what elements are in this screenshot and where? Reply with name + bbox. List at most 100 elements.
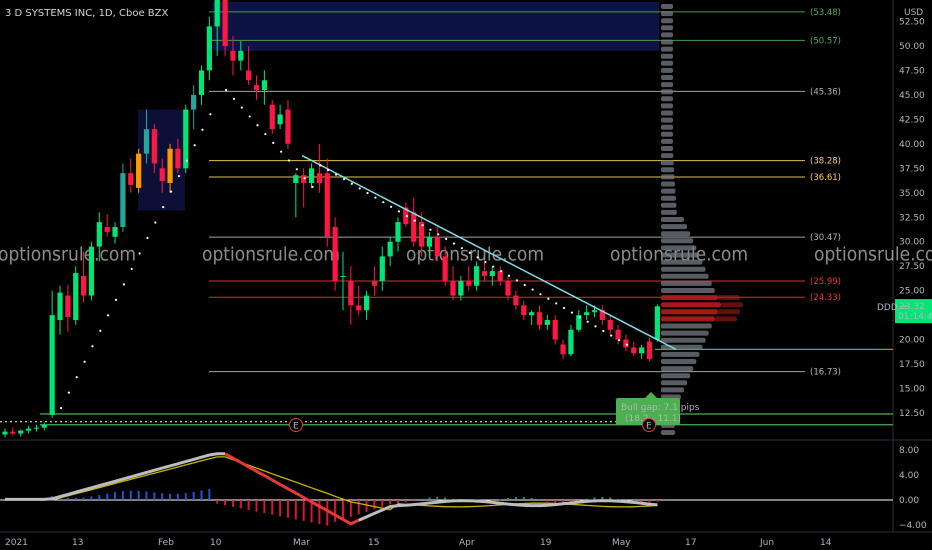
macd-histogram-bar xyxy=(585,498,588,500)
candle-body xyxy=(261,80,267,91)
candle-body xyxy=(65,295,71,318)
macd-histogram-bar xyxy=(428,497,431,500)
candle-body xyxy=(536,312,543,325)
candle-body xyxy=(442,256,448,281)
volume-profile-bar xyxy=(661,75,673,80)
volume-profile-bar xyxy=(661,18,673,24)
candle-body xyxy=(167,148,173,183)
volume-profile-bar xyxy=(661,359,697,364)
macd-histogram-bar xyxy=(271,500,274,515)
candle-body xyxy=(458,280,464,296)
macd-histogram-bar xyxy=(153,492,156,500)
sar-dot xyxy=(460,247,463,250)
volume-profile-bar xyxy=(661,337,706,343)
sar-dot xyxy=(264,132,267,136)
macd-histogram-bar xyxy=(279,500,282,517)
volume-profile-bar xyxy=(661,266,706,272)
watermark-text: optionsrule.com xyxy=(202,243,340,265)
sar-dot xyxy=(405,214,408,218)
candle-body xyxy=(285,109,291,144)
sar-dot xyxy=(272,141,275,144)
volume-profile-bar-ext xyxy=(717,295,740,301)
candle-body xyxy=(623,339,629,348)
macd-histogram-bar xyxy=(302,500,305,521)
volume-profile-bar-ext xyxy=(717,309,740,315)
time-tick: Apr xyxy=(459,538,475,548)
candle-body xyxy=(552,320,558,340)
volume-profile-bar xyxy=(661,60,673,66)
macd-histogram-bar xyxy=(444,497,447,500)
macd-histogram-bar xyxy=(66,497,69,500)
candle-body xyxy=(584,312,590,316)
level-label: (53.48) xyxy=(810,8,841,18)
macd-histogram-bar xyxy=(507,497,510,500)
watermark-text: optionsrule.com xyxy=(406,243,544,265)
candle-body xyxy=(568,329,574,355)
candle-body xyxy=(198,70,205,95)
level-label: (24.33) xyxy=(810,293,841,303)
time-tick: 15 xyxy=(368,538,379,548)
candle-body xyxy=(639,347,645,354)
candle-body xyxy=(2,431,8,435)
sar-dot xyxy=(594,325,597,328)
volume-profile-bar xyxy=(661,202,677,208)
sar-dot xyxy=(625,343,629,346)
sar-dot xyxy=(201,128,204,131)
time-tick: 10 xyxy=(210,538,222,548)
macd-histogram-bar xyxy=(397,500,399,504)
macd-histogram-bar xyxy=(255,500,258,512)
volume-profile-bar-ext xyxy=(714,316,737,322)
volume-profile-bar xyxy=(661,131,673,137)
macd-histogram-bar xyxy=(176,493,179,500)
sar-dot xyxy=(578,316,581,319)
volume-profile-bar xyxy=(661,380,688,386)
sar-dot xyxy=(468,251,471,254)
macd-tick: 4.00 xyxy=(899,471,919,481)
sar-dot xyxy=(91,345,94,348)
sar-dot xyxy=(484,260,487,264)
macd-histogram-bar xyxy=(318,500,321,525)
sar-dot xyxy=(507,274,511,277)
volume-profile-bar xyxy=(661,351,700,357)
volume-profile-bar xyxy=(661,295,718,301)
macd-histogram-bar xyxy=(373,500,376,510)
earnings-marker-label: E xyxy=(293,422,299,432)
macd-histogram-bar xyxy=(334,500,337,522)
price-tick: 35.00 xyxy=(899,189,925,199)
candle-body xyxy=(466,280,472,286)
price-tick: 12.50 xyxy=(899,409,925,419)
macd-histogram-bar xyxy=(294,500,297,520)
earnings-marker-label: E xyxy=(646,422,652,432)
macd-histogram-bar xyxy=(381,500,384,507)
sar-dot xyxy=(562,306,566,310)
candle-body xyxy=(363,295,370,311)
price-tick: 37.50 xyxy=(899,164,925,174)
sar-dot xyxy=(390,205,393,208)
volume-profile-bar xyxy=(661,124,673,130)
volume-profile-bar xyxy=(661,32,673,38)
price-chart[interactable]: (53.48) (50.57) (45.36) (38.28) (36.61) (30.4… xyxy=(0,0,932,550)
volume-profile-bar xyxy=(661,273,709,279)
candle-body xyxy=(316,173,322,183)
macd-tick: 8.00 xyxy=(899,446,919,456)
volume-profile-bar xyxy=(661,259,703,265)
macd-tick: 0.00 xyxy=(899,496,919,506)
candle-body xyxy=(246,70,252,81)
candle-body xyxy=(529,312,535,316)
macd-histogram-bar xyxy=(648,500,651,503)
candle-body xyxy=(293,175,299,183)
candle-body xyxy=(434,236,440,257)
candle-body xyxy=(143,129,150,154)
time-tick: 17 xyxy=(685,538,696,548)
sar-dot xyxy=(303,177,306,180)
sar-dot xyxy=(555,302,558,305)
macd-histogram-bar xyxy=(169,493,172,500)
background xyxy=(0,0,932,550)
sar-dot xyxy=(240,106,243,109)
volume-profile-bar xyxy=(661,224,688,230)
level-label: (36.61) xyxy=(810,173,841,183)
sar-dot xyxy=(59,407,63,410)
macd-histogram-bar xyxy=(90,496,93,500)
price-tick: 20.00 xyxy=(899,336,925,346)
volume-profile-bar xyxy=(661,174,675,180)
